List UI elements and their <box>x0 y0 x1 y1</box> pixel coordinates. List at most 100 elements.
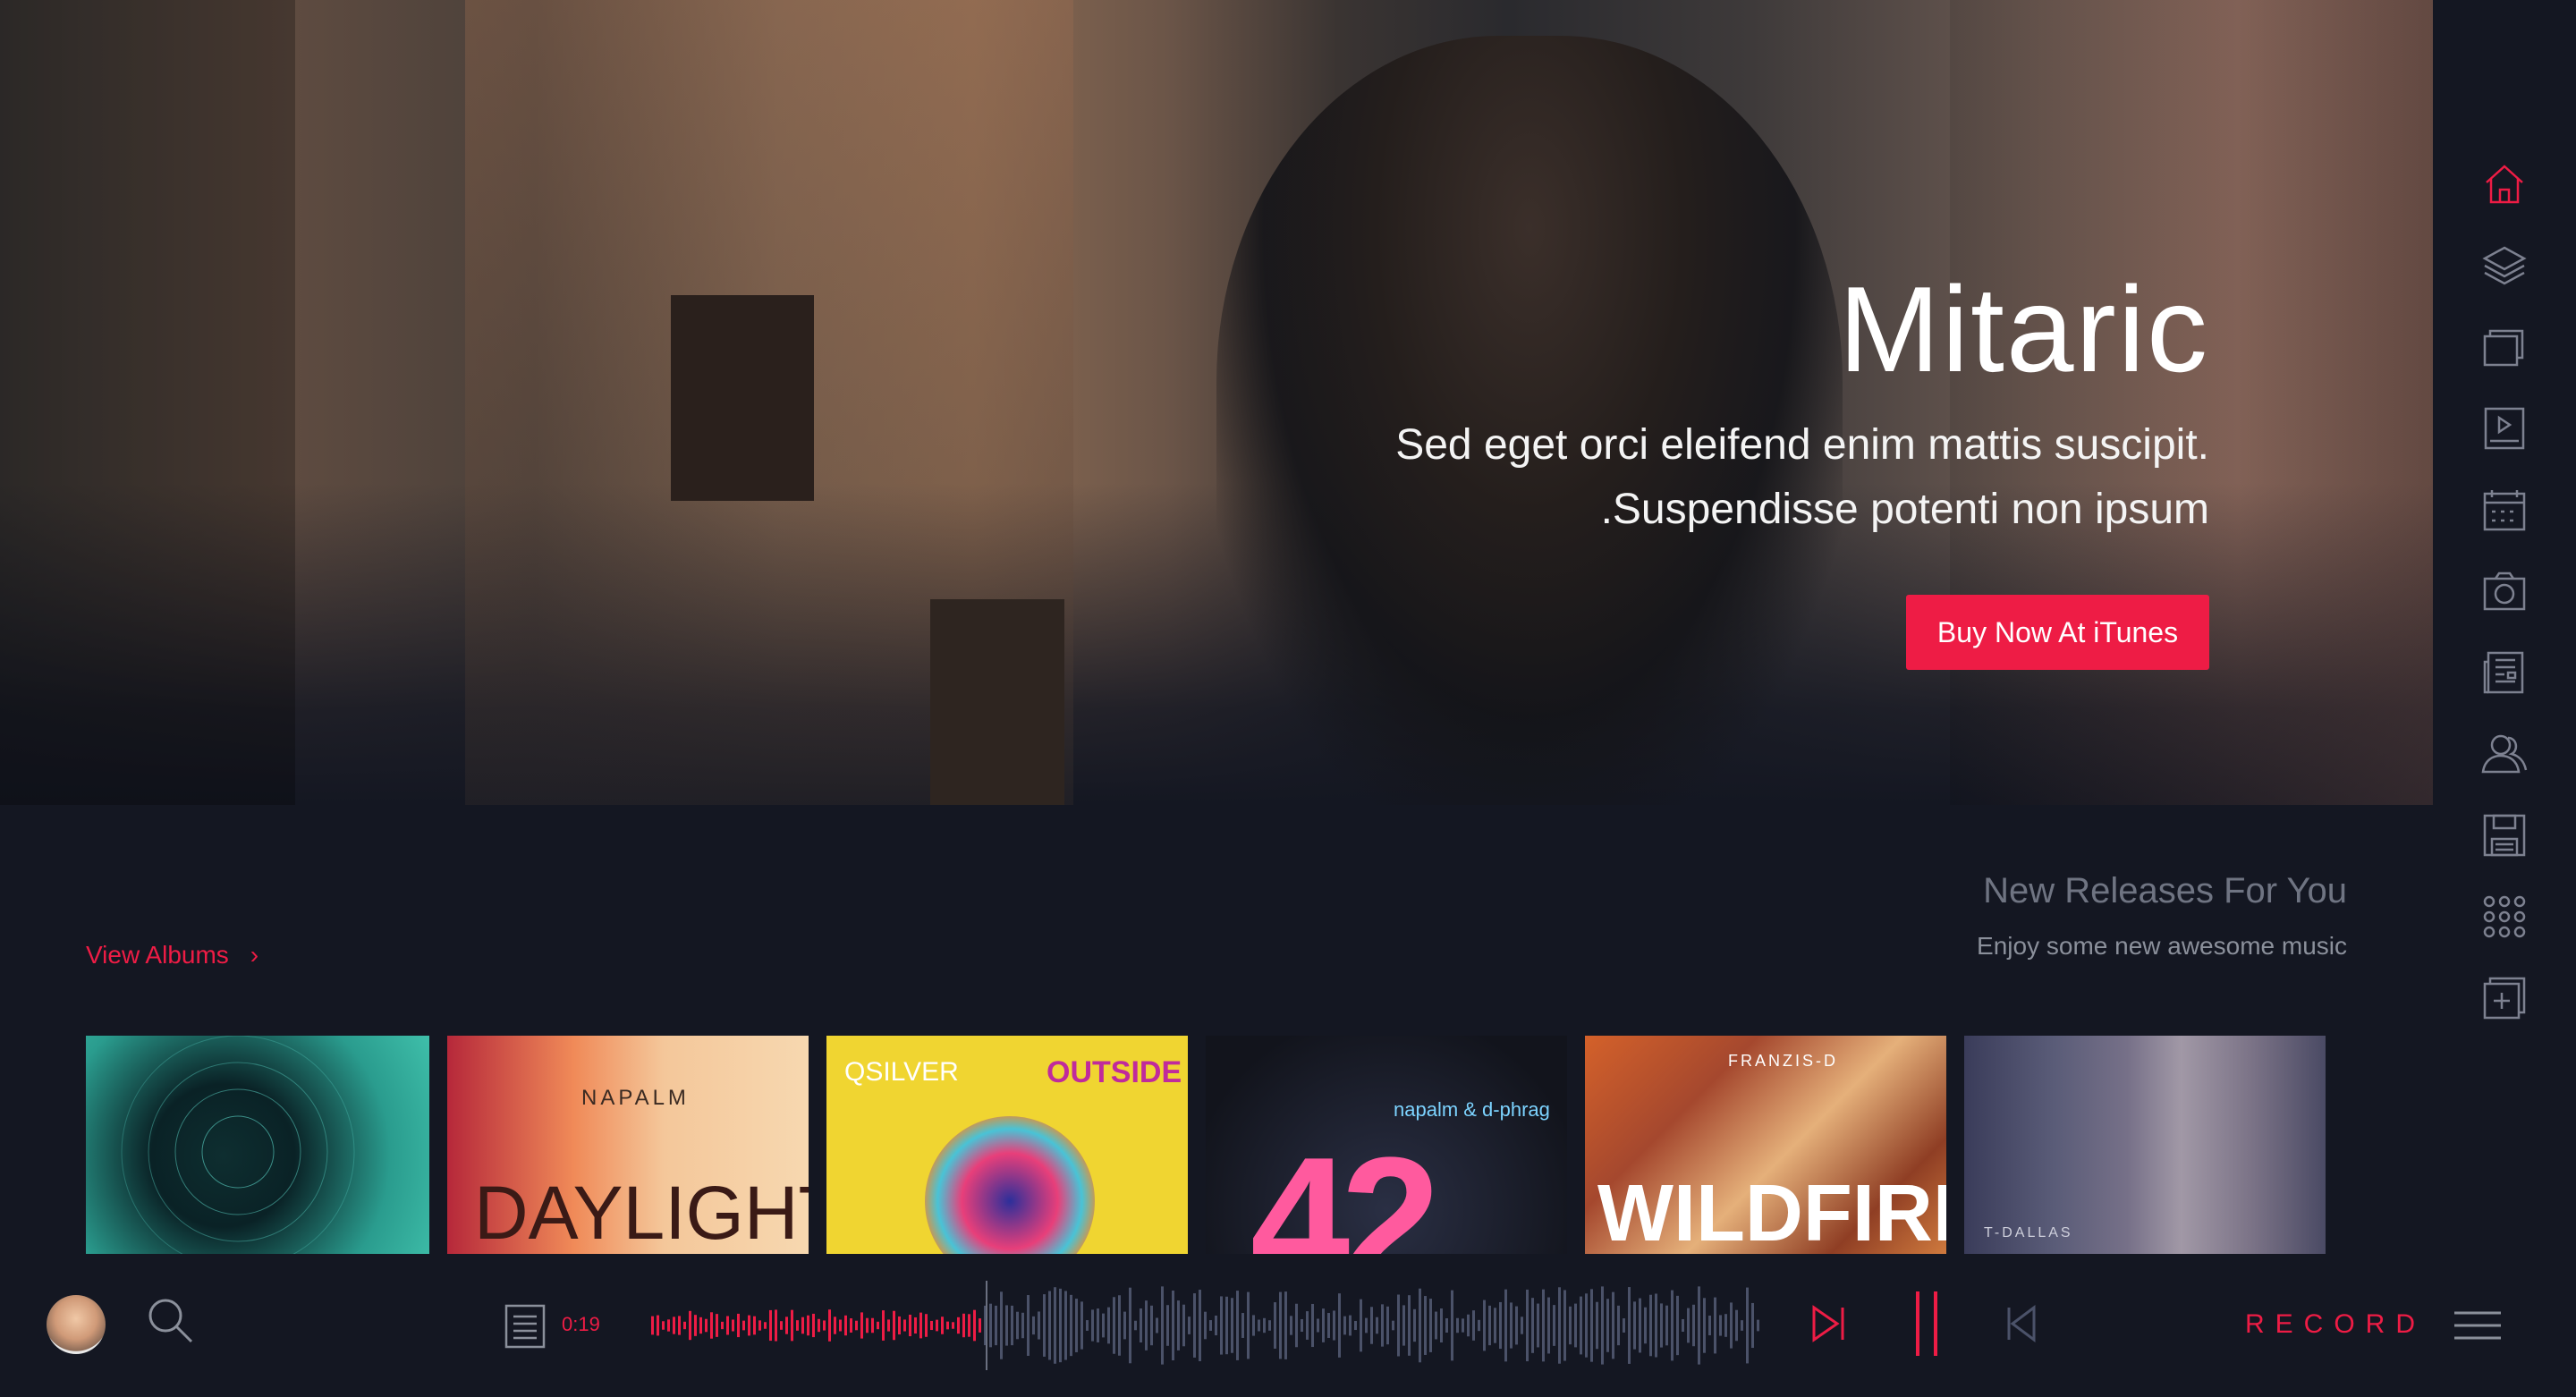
waveform-bar <box>1590 1289 1593 1362</box>
waveform-bar <box>1563 1290 1566 1361</box>
waveform-bar <box>909 1314 911 1337</box>
waveform-bar <box>1692 1304 1695 1347</box>
album-card-6[interactable]: T-DALLAS <box>1964 1036 2326 1254</box>
waveform-bar <box>1301 1318 1303 1333</box>
album-art-rings <box>121 1036 355 1254</box>
sidebar-item-video[interactable] <box>2479 403 2529 453</box>
waveform-bar <box>973 1309 976 1342</box>
waveform-bar <box>651 1316 654 1335</box>
waveform-bar <box>1134 1320 1137 1331</box>
waveform-bar <box>834 1317 836 1334</box>
waveform-bar <box>1172 1290 1174 1361</box>
chevron-right-icon: › <box>250 941 259 969</box>
waveform-bar <box>1043 1294 1046 1357</box>
waveform-bar <box>1419 1288 1421 1363</box>
waveform-bar <box>657 1315 659 1336</box>
album-card-2[interactable]: NAPALM DAYLIGHT <box>447 1036 809 1254</box>
waveform-bar <box>764 1322 767 1329</box>
waveform-bar <box>1531 1298 1534 1353</box>
sidebar-item-save[interactable] <box>2479 810 2529 860</box>
waveform-bar <box>989 1303 992 1348</box>
waveform-bar <box>1059 1288 1062 1363</box>
waveform-bar <box>721 1321 724 1330</box>
waveform-bar <box>1290 1316 1292 1335</box>
waveform-bar <box>662 1321 665 1330</box>
waveform-bar <box>1188 1317 1191 1334</box>
waveform-bar <box>1703 1298 1706 1353</box>
waveform-bar <box>1596 1301 1598 1350</box>
waveform-bar <box>962 1313 965 1338</box>
waveform-bar <box>839 1319 842 1332</box>
waveform-bar <box>1537 1303 1539 1348</box>
waveform-bar <box>1070 1294 1072 1357</box>
sidebar-item-layers[interactable] <box>2479 241 2529 291</box>
sidebar-item-apps[interactable] <box>2479 892 2529 942</box>
search-icon[interactable] <box>145 1295 195 1345</box>
waveform-scrubber[interactable] <box>651 1281 1765 1370</box>
album-card-4[interactable]: napalm & d-phrag 42 <box>1206 1036 1567 1254</box>
previous-icon[interactable] <box>2004 1304 2039 1343</box>
waveform-bar <box>1494 1308 1496 1343</box>
sidebar-item-gallery[interactable] <box>2479 322 2529 372</box>
waveform-bar <box>914 1317 917 1334</box>
album-art-astronaut <box>925 1116 1095 1254</box>
waveform-bar <box>1064 1291 1067 1360</box>
waveform-bar <box>1451 1290 1453 1361</box>
waveform-bar <box>1231 1298 1233 1353</box>
waveform-bar <box>1617 1305 1620 1346</box>
album-title-label: 42 <box>1250 1121 1440 1254</box>
album-card-3[interactable]: QSILVER OUTSIDE <box>826 1036 1188 1254</box>
waveform-bar <box>1220 1296 1223 1355</box>
album-card-5[interactable]: FRANZIS-D WILDFIRE <box>1585 1036 1946 1254</box>
waveform-bar <box>1279 1291 1282 1359</box>
waveform-bar <box>823 1320 826 1331</box>
waveform-bar <box>898 1316 901 1335</box>
waveform-bar <box>1585 1293 1588 1358</box>
sidebar-item-news[interactable] <box>2479 648 2529 698</box>
sidebar-item-add[interactable] <box>2479 973 2529 1023</box>
waveform-bar <box>1376 1317 1378 1334</box>
waveform-bar <box>893 1310 895 1341</box>
waveform-bar <box>1542 1289 1545 1362</box>
waveform-bar <box>1676 1295 1679 1356</box>
waveform-bar <box>742 1320 745 1331</box>
waveform-bar <box>1161 1286 1164 1365</box>
waveform-bar <box>796 1320 799 1331</box>
waveform-bar <box>1633 1301 1636 1350</box>
user-avatar[interactable] <box>47 1295 106 1354</box>
waveform-bar <box>1005 1305 1008 1346</box>
record-button[interactable]: RECORD <box>2245 1309 2426 1340</box>
waveform-bar <box>1714 1297 1716 1354</box>
view-albums-label: View Albums <box>86 941 229 969</box>
play-next-icon[interactable] <box>1810 1304 1846 1343</box>
sidebar-item-camera[interactable] <box>2479 566 2529 616</box>
pause-icon[interactable] <box>1909 1290 1945 1358</box>
sidebar-item-home[interactable] <box>2479 159 2529 209</box>
gallery-icon <box>2483 329 2524 367</box>
sidebar-item-users[interactable] <box>2479 729 2529 779</box>
waveform-bar <box>780 1321 783 1330</box>
album-artist-label: T-DALLAS <box>1984 1225 2073 1240</box>
waveform-bar <box>1698 1286 1700 1365</box>
album-carousel: NAPALM DAYLIGHT QSILVER OUTSIDE napalm &… <box>86 1036 2326 1254</box>
waveform-bar <box>952 1322 954 1329</box>
waveform-bar <box>1392 1320 1394 1331</box>
buy-itunes-button[interactable]: Buy Now At iTunes <box>1906 595 2209 670</box>
waveform-bar <box>855 1320 858 1331</box>
waveform-bar <box>1102 1313 1105 1338</box>
album-card-1[interactable] <box>86 1036 429 1254</box>
waveform-bar <box>1097 1308 1099 1342</box>
waveform-bar <box>1241 1313 1244 1338</box>
waveform-bar <box>1199 1290 1201 1361</box>
waveform-bar <box>1306 1311 1309 1340</box>
menu-icon[interactable] <box>2454 1309 2501 1342</box>
playhead[interactable] <box>986 1281 987 1370</box>
playlist-icon[interactable] <box>504 1304 546 1349</box>
waveform-bar <box>1671 1290 1674 1361</box>
calendar-icon <box>2483 490 2526 531</box>
waveform-bar <box>1327 1313 1330 1338</box>
view-albums-link[interactable]: View Albums › <box>86 941 258 969</box>
sidebar-item-calendar[interactable] <box>2479 485 2529 535</box>
users-icon <box>2481 734 2528 774</box>
video-icon <box>2484 407 2525 450</box>
